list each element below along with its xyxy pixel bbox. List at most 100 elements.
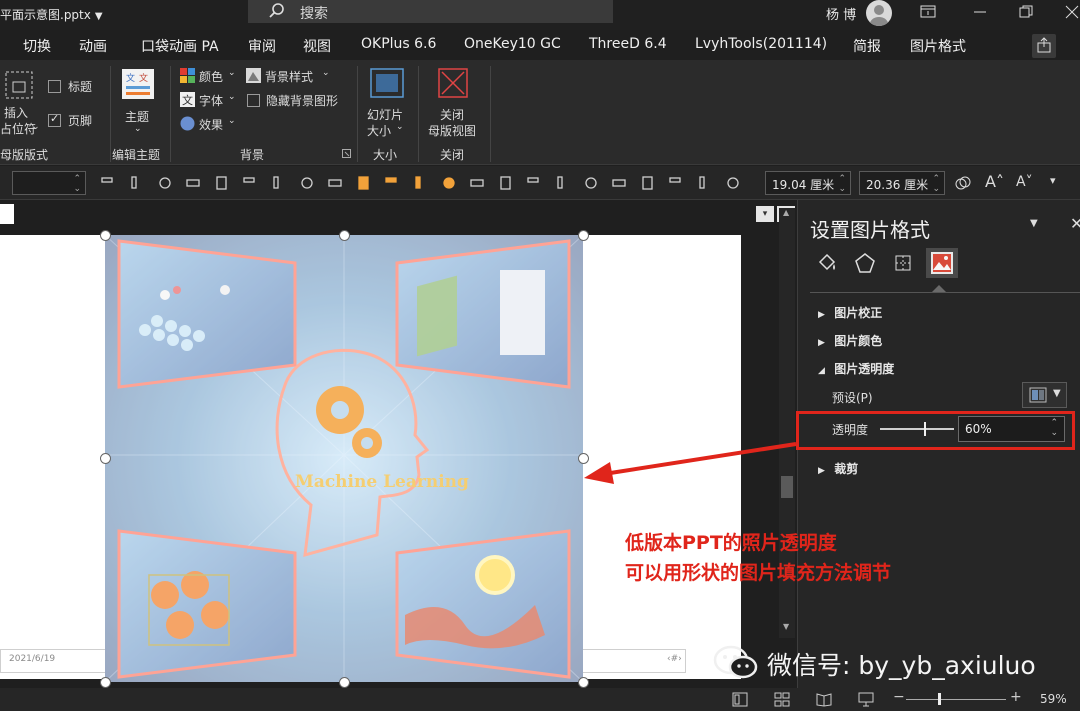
- picture-tab[interactable]: [926, 248, 958, 278]
- close-icon[interactable]: ✕: [1070, 214, 1080, 233]
- fonts-dropdown[interactable]: 文 字体 ⌄: [180, 92, 240, 110]
- resize-handle[interactable]: [339, 677, 350, 688]
- theme-button[interactable]: 文文 主题 ⌄: [118, 66, 158, 140]
- zoom-level[interactable]: 59%: [1040, 692, 1067, 706]
- more-options-icon[interactable]: ▾: [1050, 174, 1066, 190]
- resize-handle[interactable]: [578, 230, 589, 241]
- effects-dropdown[interactable]: 效果 ⌄: [180, 116, 240, 134]
- ungroup-icon[interactable]: [412, 175, 428, 191]
- slideshow-icon[interactable]: [858, 692, 874, 707]
- insert-placeholder-button[interactable]: 插入 占位符 ⌄: [0, 66, 42, 138]
- combine-icon[interactable]: [498, 175, 514, 191]
- tab-onekey[interactable]: OneKey10 GC: [464, 36, 561, 52]
- align-left-icon[interactable]: [100, 175, 116, 191]
- rotate-icon[interactable]: [299, 175, 315, 191]
- bring-forward-icon[interactable]: [356, 175, 372, 191]
- fill-line-icon[interactable]: [816, 252, 838, 274]
- tab-okplus[interactable]: OKPlus 6.6: [361, 36, 436, 52]
- resize-handle[interactable]: [339, 230, 350, 241]
- scroll-up-icon[interactable]: ▲: [783, 208, 789, 217]
- ribbon-display-icon[interactable]: [918, 4, 938, 20]
- flip-icon[interactable]: [270, 175, 286, 191]
- resize-handle[interactable]: [578, 677, 589, 688]
- scroll-down-icon[interactable]: ▼: [783, 622, 789, 631]
- zoom-slider[interactable]: [906, 693, 1006, 705]
- close-master-view-button[interactable]: 关闭 母版视图: [426, 66, 482, 140]
- zoom-in-icon[interactable]: +: [1010, 689, 1022, 705]
- slide-tab[interactable]: [0, 204, 14, 224]
- resize-handle[interactable]: [100, 230, 111, 241]
- tab-review[interactable]: 审阅: [248, 36, 276, 56]
- restore-icon[interactable]: [1016, 4, 1036, 20]
- normal-view-icon[interactable]: [732, 692, 748, 707]
- subtract-icon[interactable]: [583, 175, 599, 191]
- tab-view[interactable]: 视图: [303, 36, 331, 56]
- preset-dropdown[interactable]: ▼: [1022, 382, 1067, 408]
- tab-threed[interactable]: ThreeD 6.4: [589, 36, 667, 52]
- chevron-down-icon[interactable]: ▾: [756, 206, 774, 222]
- section-crop[interactable]: ▶ 裁剪: [818, 460, 858, 477]
- group-divider: [110, 66, 111, 162]
- group-icon[interactable]: [384, 175, 400, 191]
- search-box[interactable]: 搜索: [248, 0, 613, 23]
- minimize-icon[interactable]: [970, 4, 990, 20]
- section-picture-color[interactable]: ▶ 图片颜色: [818, 332, 882, 349]
- distribute-v-icon[interactable]: [242, 175, 258, 191]
- tab-picture-format[interactable]: 图片格式: [910, 36, 966, 56]
- pane-options-icon[interactable]: ▼: [1030, 218, 1038, 229]
- settings-icon[interactable]: [640, 175, 656, 191]
- resize-handle[interactable]: [100, 453, 111, 464]
- fragment-icon[interactable]: [526, 175, 542, 191]
- avatar[interactable]: [866, 0, 892, 26]
- tab-transitions[interactable]: 切换: [23, 36, 51, 56]
- title-checkbox[interactable]: 标题: [48, 78, 108, 96]
- hide-background-checkbox[interactable]: 隐藏背景图形: [246, 92, 346, 110]
- share-button[interactable]: [1032, 34, 1056, 58]
- align-center-icon[interactable]: [157, 175, 173, 191]
- tab-lvyhtools[interactable]: LvyhTools(201114): [695, 36, 827, 52]
- replace-icon[interactable]: [611, 175, 627, 191]
- crop-icon[interactable]: [696, 175, 712, 191]
- slide-sorter-icon[interactable]: [774, 692, 790, 707]
- colors-dropdown[interactable]: 颜色 ⌄: [180, 68, 240, 86]
- checkbox-box[interactable]: [48, 112, 61, 127]
- intersect-icon[interactable]: [554, 175, 570, 191]
- section-label: 图片校正: [834, 306, 883, 320]
- checkbox-box[interactable]: [247, 94, 260, 107]
- union-icon[interactable]: [469, 175, 485, 191]
- zoom-thumb[interactable]: [938, 693, 941, 705]
- increase-font-icon[interactable]: A˄: [985, 172, 1005, 191]
- section-picture-transparency[interactable]: ◢ 图片透明度: [818, 360, 894, 377]
- tab-animations[interactable]: 动画: [79, 36, 107, 56]
- tab-pocket-animation[interactable]: 口袋动画 PA: [141, 36, 219, 56]
- font-size-box[interactable]: ⌃ ⌄: [12, 171, 86, 195]
- distribute-h-icon[interactable]: [185, 175, 201, 191]
- zoom-out-icon[interactable]: −: [893, 689, 905, 705]
- height-input[interactable]: 20.36 厘米 ⌃ ⌄: [859, 171, 945, 195]
- shape-outline-icon[interactable]: [955, 175, 971, 191]
- dialog-launcher-icon[interactable]: [342, 149, 351, 158]
- background-styles-dropdown[interactable]: 背景样式 ⌄: [246, 68, 336, 86]
- brush-icon[interactable]: [668, 175, 684, 191]
- send-backward-icon[interactable]: [441, 175, 457, 191]
- resize-handle[interactable]: [100, 677, 111, 688]
- section-picture-corrections[interactable]: ▶ 图片校正: [818, 304, 882, 321]
- footer-checkbox[interactable]: 页脚: [48, 112, 108, 130]
- size-properties-icon[interactable]: [892, 252, 914, 274]
- align-middle-icon[interactable]: [214, 175, 230, 191]
- user-name[interactable]: 杨 博: [826, 4, 856, 23]
- checkbox-box[interactable]: [48, 80, 61, 93]
- decrease-font-icon[interactable]: A˅: [1016, 174, 1036, 190]
- reading-view-icon[interactable]: [816, 692, 832, 707]
- width-input[interactable]: 19.04 厘米 ⌃ ⌄: [765, 171, 851, 195]
- close-icon[interactable]: [1062, 4, 1080, 20]
- tab-brief[interactable]: 简报: [853, 36, 881, 56]
- align-top-icon[interactable]: [128, 175, 144, 191]
- text-direction-icon[interactable]: [327, 175, 343, 191]
- wechat-watermark: 微信号: by_yb_axiuluo: [711, 640, 1071, 688]
- alt-text-icon[interactable]: [725, 175, 741, 191]
- machine-learning-picture[interactable]: Machine Learning: [105, 235, 583, 682]
- file-name-dropdown[interactable]: 平面示意图.pptx ▼: [0, 6, 103, 23]
- slide-size-button[interactable]: 幻灯片 大小 ⌄: [364, 66, 410, 140]
- effects-icon[interactable]: [854, 252, 876, 274]
